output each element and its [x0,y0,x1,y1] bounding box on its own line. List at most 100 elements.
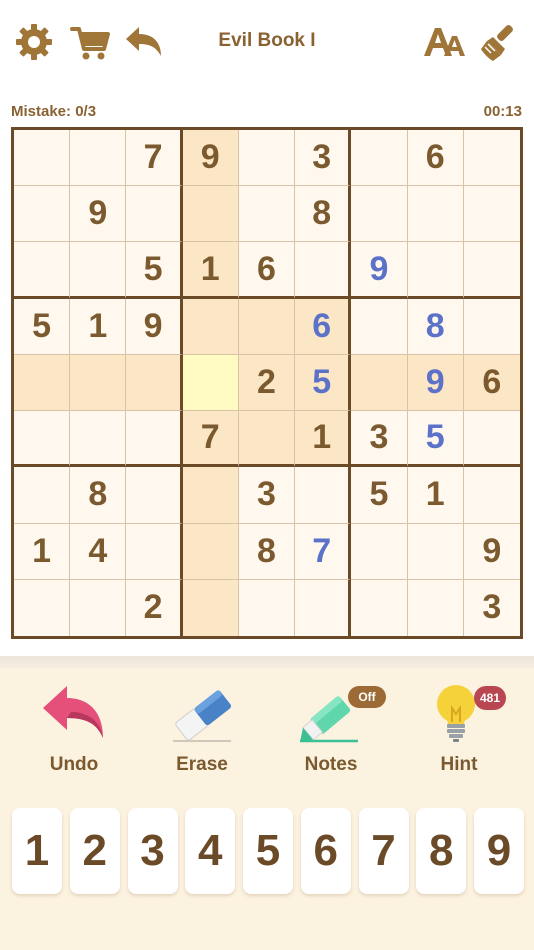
sudoku-cell-r2c4[interactable] [182,186,239,243]
sudoku-cell-r5c5[interactable]: 2 [238,354,296,412]
font-size-icon[interactable] [422,20,466,64]
sudoku-cell-r9c3[interactable]: 2 [126,579,183,636]
number-key-9[interactable]: 9 [474,808,524,894]
erase-button[interactable]: Erase [147,682,257,782]
sudoku-cell-r5c4[interactable] [182,354,239,412]
sudoku-cell-r6c4[interactable]: 7 [182,411,239,468]
sudoku-cell-r7c8[interactable]: 1 [407,467,464,524]
sudoku-cell-r1c3[interactable]: 7 [126,130,183,187]
sudoku-cell-r7c2[interactable]: 8 [70,467,127,524]
sudoku-cell-r1c4[interactable]: 9 [182,130,239,187]
sudoku-cell-r5c1[interactable] [14,354,71,412]
sudoku-cell-r6c5[interactable] [238,411,296,468]
sudoku-cell-r9c9[interactable]: 3 [463,579,520,636]
sudoku-cell-r8c8[interactable] [407,523,464,580]
sudoku-cell-r9c1[interactable] [14,579,71,636]
number-key-8[interactable]: 8 [416,808,467,894]
sudoku-cell-r5c2[interactable] [70,354,127,412]
sudoku-cell-r7c5[interactable]: 3 [238,467,296,524]
sudoku-cell-r3c6[interactable] [295,242,352,299]
sudoku-cell-r6c8[interactable]: 5 [407,411,464,468]
sudoku-cell-r7c9[interactable] [463,467,520,524]
sudoku-cell-r2c5[interactable] [238,186,296,243]
sudoku-cell-r4c8[interactable]: 8 [407,298,464,355]
sudoku-board: 7936985169519682596713583511487923 [11,127,523,639]
sudoku-cell-r3c9[interactable] [463,242,520,299]
sudoku-cell-r3c5[interactable]: 6 [238,242,296,299]
sudoku-cell-r7c1[interactable] [14,467,71,524]
sudoku-cell-r6c9[interactable] [463,411,520,468]
sudoku-cell-r2c6[interactable]: 8 [295,186,352,243]
notes-button[interactable]: Off Notes [276,682,386,782]
sudoku-cell-r4c1[interactable]: 5 [14,298,71,355]
sudoku-cell-r4c3[interactable]: 9 [126,298,183,355]
sudoku-cell-r3c7[interactable]: 9 [351,242,408,299]
sudoku-cell-r2c2[interactable]: 9 [70,186,127,243]
sudoku-cell-r1c8[interactable]: 6 [407,130,464,187]
sudoku-cell-r7c6[interactable] [295,467,352,524]
sudoku-cell-r2c1[interactable] [14,186,71,243]
sudoku-cell-r6c3[interactable] [126,411,183,468]
sudoku-cell-r4c7[interactable] [351,298,408,355]
sudoku-cell-r7c4[interactable] [182,467,239,524]
sudoku-cell-r9c4[interactable] [182,579,239,636]
sudoku-cell-r5c3[interactable] [126,354,183,412]
number-key-4[interactable]: 4 [185,808,236,894]
sudoku-cell-r8c4[interactable] [182,523,239,580]
number-key-2[interactable]: 2 [69,808,120,894]
sudoku-cell-r4c5[interactable] [238,298,296,355]
number-key-3[interactable]: 3 [127,808,178,894]
sudoku-cell-r2c3[interactable] [126,186,183,243]
number-key-1[interactable]: 1 [12,808,62,894]
sudoku-cell-r4c6[interactable]: 6 [295,298,352,355]
sudoku-cell-r9c8[interactable] [407,579,464,636]
sudoku-cell-r2c9[interactable] [463,186,520,243]
sudoku-cell-r6c7[interactable]: 3 [351,411,408,468]
sudoku-cell-r1c9[interactable] [463,130,520,187]
sudoku-cell-r5c9[interactable]: 6 [463,354,520,412]
sudoku-cell-r3c1[interactable] [14,242,71,299]
sudoku-cell-r1c5[interactable] [238,130,296,187]
sudoku-cell-r7c7[interactable]: 5 [351,467,408,524]
sudoku-cell-r9c5[interactable] [238,579,296,636]
sudoku-cell-r8c7[interactable] [351,523,408,580]
sudoku-cell-r1c1[interactable] [14,130,71,187]
sudoku-cell-r1c2[interactable] [70,130,127,187]
sudoku-cell-r1c7[interactable] [351,130,408,187]
eraser-icon [167,682,237,744]
sudoku-cell-r5c6[interactable]: 5 [295,354,352,412]
sudoku-cell-r2c8[interactable] [407,186,464,243]
sudoku-cell-r8c2[interactable]: 4 [70,523,127,580]
sudoku-cell-r8c1[interactable]: 1 [14,523,71,580]
sudoku-cell-r4c2[interactable]: 1 [70,298,127,355]
sudoku-cell-r3c2[interactable] [70,242,127,299]
sudoku-cell-r7c3[interactable] [126,467,183,524]
sudoku-cell-r8c6[interactable]: 7 [295,523,352,580]
sudoku-cell-r6c6[interactable]: 1 [295,411,352,468]
number-key-5[interactable]: 5 [243,808,293,894]
sudoku-cell-r3c3[interactable]: 5 [126,242,183,299]
undo-button[interactable]: Undo [19,682,129,782]
sudoku-cell-r2c7[interactable] [351,186,408,243]
sudoku-cell-r9c7[interactable] [351,579,408,636]
sudoku-cell-r4c9[interactable] [463,298,520,355]
sudoku-cell-r4c4[interactable] [182,298,239,355]
sudoku-cell-r6c1[interactable] [14,411,71,468]
sudoku-cell-r3c8[interactable] [407,242,464,299]
number-key-7[interactable]: 7 [358,808,409,894]
sudoku-cell-r8c5[interactable]: 8 [238,523,296,580]
sudoku-cell-r5c7[interactable] [351,354,408,412]
sudoku-cell-r5c8[interactable]: 9 [407,354,464,412]
sudoku-cell-r9c6[interactable] [295,579,352,636]
sudoku-cell-r1c6[interactable]: 3 [295,130,352,187]
hint-button[interactable]: 481 Hint [404,682,514,782]
sudoku-cell-r3c4[interactable]: 1 [182,242,239,299]
number-key-6[interactable]: 6 [300,808,351,894]
sudoku-cell-r8c9[interactable]: 9 [463,523,520,580]
sudoku-cell-r8c3[interactable] [126,523,183,580]
erase-label: Erase [176,754,228,775]
sudoku-cell-r9c2[interactable] [70,579,127,636]
undo-label: Undo [49,754,99,775]
sudoku-cell-r6c2[interactable] [70,411,127,468]
theme-brush-icon[interactable] [478,20,522,64]
